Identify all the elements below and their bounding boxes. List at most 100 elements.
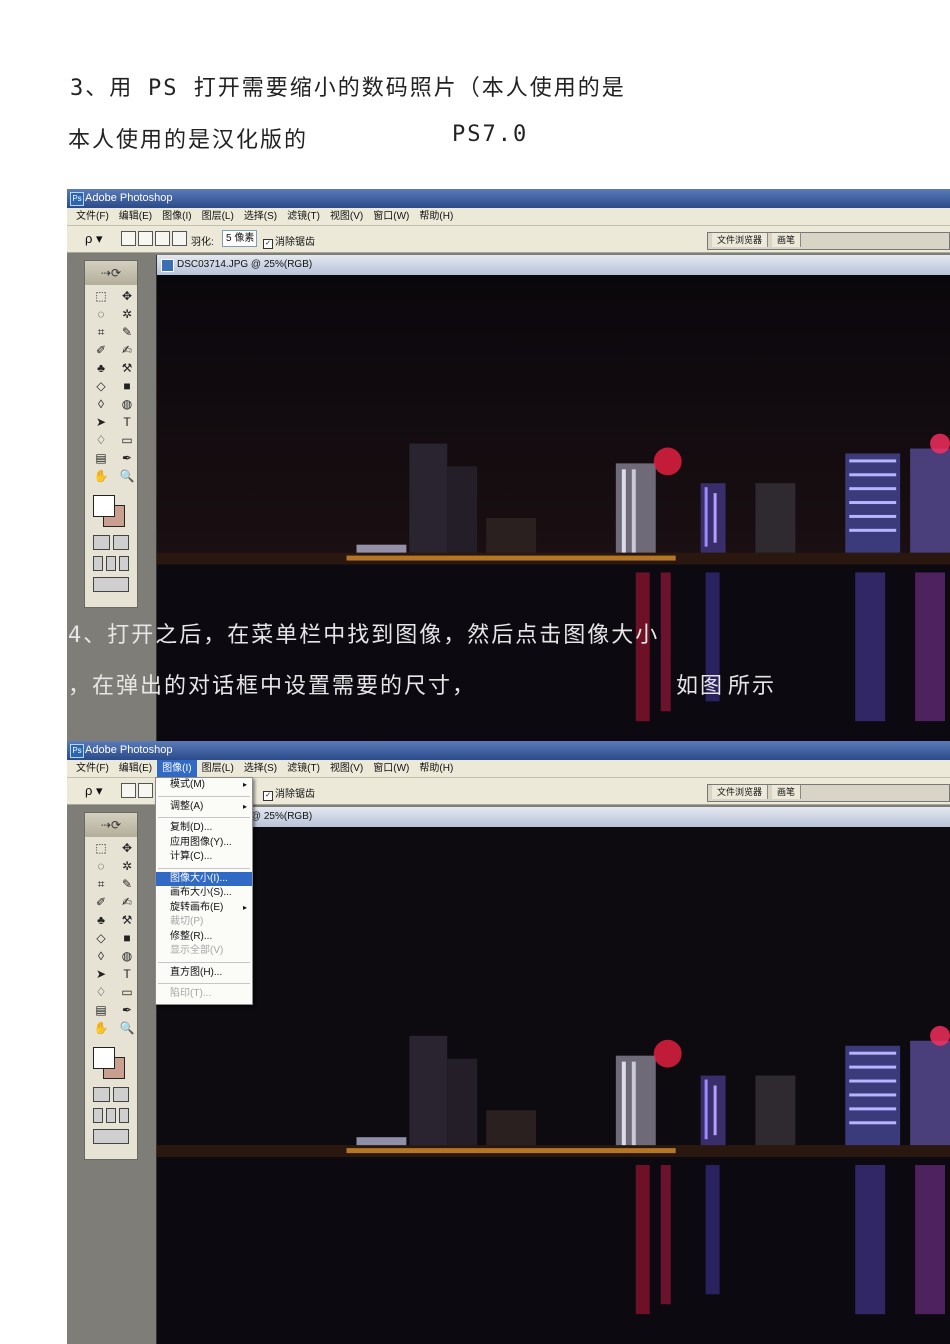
menu-image[interactable]: 图像(I) [157,208,196,225]
lasso-tool-preset-icon[interactable]: ρ ▾ [85,783,103,799]
menu-select[interactable]: 选择(S) [239,760,282,777]
imageready-icon[interactable] [93,577,129,592]
toolbox-header-icon[interactable]: ⇢⟳ [85,813,137,837]
lasso-tool-preset-icon[interactable]: ρ ▾ [85,231,103,247]
marquee-tool-icon[interactable]: ⬚ [91,841,111,858]
pen-tool-icon[interactable]: ♢ [91,433,111,450]
hand-tool-icon[interactable]: ✋ [91,1021,111,1038]
quick-mask-icon[interactable] [112,1087,129,1102]
brush-tool-icon[interactable]: ✍ [117,343,137,360]
antialias-checkbox[interactable]: ✓ 消除锯齿 [263,233,315,249]
tab-file-browser[interactable]: 文件浏览器 [712,785,769,799]
shape-tool-icon[interactable]: ▭ [117,985,137,1002]
move-tool-icon[interactable]: ✥ [117,841,137,858]
healing-brush-tool-icon[interactable]: ✐ [91,895,111,912]
menu-filter[interactable]: 滤镜(T) [282,208,325,225]
imageready-icon[interactable] [93,1129,129,1144]
brush-tool-icon[interactable]: ✍ [117,895,137,912]
menu-item-histogram[interactable]: 直方图(H)... [156,966,252,981]
tab-file-browser[interactable]: 文件浏览器 [712,233,769,247]
magic-wand-tool-icon[interactable]: ✲ [117,307,137,324]
clone-stamp-tool-icon[interactable]: ♣ [91,361,111,378]
blur-tool-icon[interactable]: ◊ [91,397,111,414]
menu-item-rotate-canvas[interactable]: 旋转画布(E) ▸ [156,901,252,916]
menu-edit[interactable]: 编辑(E) [114,760,157,777]
menu-file[interactable]: 文件(F) [71,208,114,225]
slice-tool-icon[interactable]: ✎ [117,325,137,342]
type-tool-icon[interactable]: T [117,415,137,432]
path-selection-tool-icon[interactable]: ➤ [91,415,111,432]
slice-tool-icon[interactable]: ✎ [117,877,137,894]
shape-tool-icon[interactable]: ▭ [117,433,137,450]
menu-layer[interactable]: 图层(L) [197,760,239,777]
foreground-color-swatch[interactable] [93,1047,115,1069]
menu-image[interactable]: 图像(I) [157,760,197,777]
menu-item-calculations[interactable]: 计算(C)... [156,850,252,865]
standard-mode-icon[interactable] [93,1087,110,1102]
standard-mode-icon[interactable] [93,535,110,550]
screen-mode-standard-icon[interactable] [93,1108,103,1123]
menu-item-canvas-size[interactable]: 画布大小(S)... [156,886,252,901]
dodge-tool-icon[interactable]: ◍ [117,397,137,414]
add-selection-icon[interactable] [138,231,153,246]
eraser-tool-icon[interactable]: ◇ [91,931,111,948]
menu-view[interactable]: 视图(V) [325,208,368,225]
foreground-color-swatch[interactable] [93,495,115,517]
lasso-tool-icon[interactable]: ◌ [91,307,111,324]
gradient-tool-icon[interactable]: ■ [117,931,137,948]
menu-select[interactable]: 选择(S) [239,208,282,225]
menu-layer[interactable]: 图层(L) [197,208,239,225]
screen-mode-full-menu-icon[interactable] [106,1108,116,1123]
dodge-tool-icon[interactable]: ◍ [117,949,137,966]
zoom-tool-icon[interactable]: 🔍 [117,1021,137,1038]
eyedropper-tool-icon[interactable]: ✒ [117,1003,137,1020]
move-tool-icon[interactable]: ✥ [117,289,137,306]
menu-filter[interactable]: 滤镜(T) [282,760,325,777]
new-selection-icon[interactable] [121,783,136,798]
menu-window[interactable]: 窗口(W) [368,760,414,777]
eyedropper-tool-icon[interactable]: ✒ [117,451,137,468]
healing-brush-tool-icon[interactable]: ✐ [91,343,111,360]
clone-stamp-tool-icon[interactable]: ♣ [91,913,111,930]
gradient-tool-icon[interactable]: ■ [117,379,137,396]
menu-item-image-size[interactable]: 图像大小(I)... [156,871,252,886]
crop-tool-icon[interactable]: ⌗ [91,877,111,894]
hand-tool-icon[interactable]: ✋ [91,469,111,486]
menu-item-apply-image[interactable]: 应用图像(Y)... [156,836,252,851]
menu-view[interactable]: 视图(V) [325,760,368,777]
menu-item-mode[interactable]: 模式(M) ▸ [156,778,252,793]
screen-mode-standard-icon[interactable] [93,556,103,571]
blur-tool-icon[interactable]: ◊ [91,949,111,966]
quick-mask-icon[interactable] [112,535,129,550]
toolbox-header-icon[interactable]: ⇢⟳ [85,261,137,285]
menu-help[interactable]: 帮助(H) [414,760,458,777]
notes-tool-icon[interactable]: ▤ [91,1003,111,1020]
lasso-tool-icon[interactable]: ◌ [91,859,111,876]
magic-wand-tool-icon[interactable]: ✲ [117,859,137,876]
antialias-checkbox[interactable]: ✓ 消除锯齿 [263,785,315,801]
add-selection-icon[interactable] [138,783,153,798]
crop-tool-icon[interactable]: ⌗ [91,325,111,342]
screen-mode-full-icon[interactable] [119,1108,129,1123]
intersect-selection-icon[interactable] [172,231,187,246]
tab-brushes[interactable]: 画笔 [772,233,802,247]
zoom-tool-icon[interactable]: 🔍 [117,469,137,486]
history-brush-tool-icon[interactable]: ⚒ [117,361,137,378]
tab-brushes[interactable]: 画笔 [772,785,802,799]
menu-window[interactable]: 窗口(W) [368,208,414,225]
menu-help[interactable]: 帮助(H) [414,208,458,225]
pen-tool-icon[interactable]: ♢ [91,985,111,1002]
path-selection-tool-icon[interactable]: ➤ [91,967,111,984]
menu-item-adjust[interactable]: 调整(A) ▸ [156,800,252,815]
type-tool-icon[interactable]: T [117,967,137,984]
history-brush-tool-icon[interactable]: ⚒ [117,913,137,930]
menu-item-duplicate[interactable]: 复制(D)... [156,821,252,836]
notes-tool-icon[interactable]: ▤ [91,451,111,468]
menu-item-trim[interactable]: 修整(R)... [156,930,252,945]
screen-mode-full-icon[interactable] [119,556,129,571]
new-selection-icon[interactable] [121,231,136,246]
eraser-tool-icon[interactable]: ◇ [91,379,111,396]
feather-input[interactable]: 5 像素 [222,230,257,247]
menu-edit[interactable]: 编辑(E) [114,208,157,225]
subtract-selection-icon[interactable] [155,231,170,246]
